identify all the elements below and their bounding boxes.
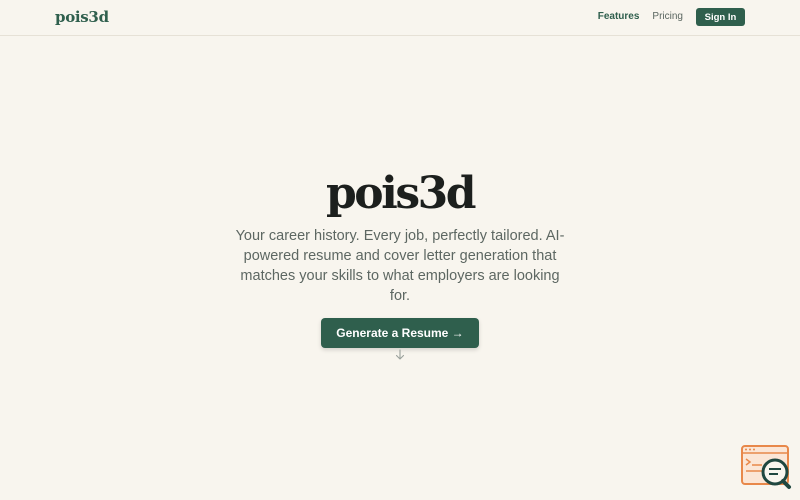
hero-title: pois3d [326, 168, 476, 219]
sign-in-button[interactable]: Sign In [696, 8, 745, 26]
hero-section: pois3d Your career history. Every job, p… [0, 168, 800, 348]
top-navbar: pois3d Features Pricing Sign In [0, 0, 800, 36]
arrow-down-icon[interactable] [394, 348, 406, 362]
generate-resume-button[interactable]: Generate a Resume → [321, 318, 479, 348]
nav-link-pricing[interactable]: Pricing [652, 8, 683, 26]
hero-subtitle: Your career history. Every job, perfectl… [235, 228, 565, 304]
brand-logo[interactable]: pois3d [55, 8, 109, 26]
nav-link-features[interactable]: Features [598, 8, 640, 26]
resume-search-icon[interactable] [740, 444, 792, 490]
main-nav: Features Pricing Sign In [585, 8, 745, 26]
